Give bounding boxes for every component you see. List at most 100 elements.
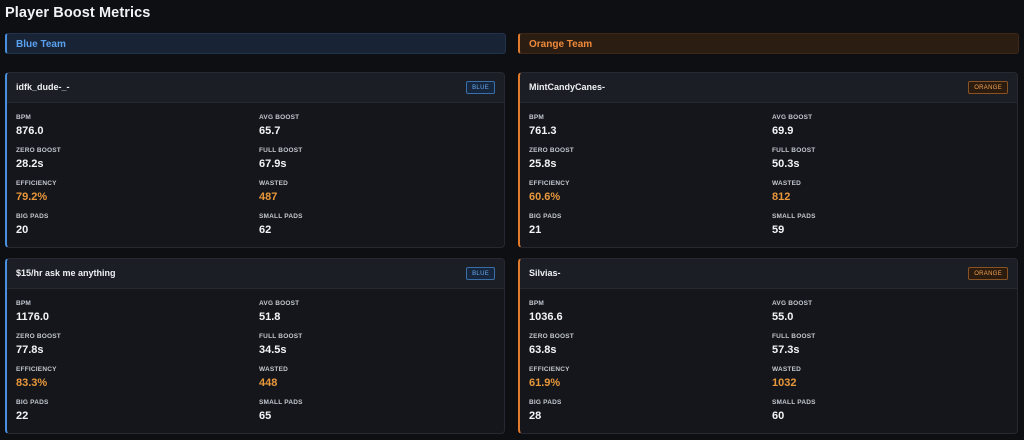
- stat-value: 28.2s: [16, 158, 44, 170]
- player-name: idfk_dude-_-: [16, 82, 70, 92]
- stat-zero-boost: ZERO BOOST 63.8s: [529, 333, 574, 356]
- stat-wasted: WASTED 487: [259, 180, 288, 203]
- stat-value: 25.8s: [529, 158, 557, 170]
- stat-value: 1176.0: [16, 311, 50, 323]
- stat-label: ZERO BOOST: [16, 333, 61, 340]
- stat-value: 83.3%: [16, 377, 48, 389]
- player-name: $15/hr ask me anything: [16, 268, 116, 278]
- stat-small-pads: SMALL PADS 59: [772, 213, 816, 236]
- stat-efficiency: EFFICIENCY 60.6%: [529, 180, 570, 203]
- player-card-header: Silvias- ORANGE: [520, 259, 1017, 289]
- stat-value: 876.0: [16, 125, 44, 137]
- stat-avg-boost: AVG BOOST 55.0: [772, 300, 812, 323]
- stat-zero-boost: ZERO BOOST 25.8s: [529, 147, 574, 170]
- stat-big-pads: BIG PADS 22: [16, 399, 49, 422]
- stat-full-boost: FULL BOOST 57.3s: [772, 333, 815, 356]
- stat-value: 79.2%: [16, 191, 48, 203]
- player-name: MintCandyCanes-: [529, 82, 606, 92]
- stat-bpm: BPM 876.0: [16, 114, 44, 137]
- stat-full-boost: FULL BOOST 50.3s: [772, 147, 815, 170]
- stat-value: 65: [259, 410, 272, 422]
- stat-wasted: WASTED 812: [772, 180, 801, 203]
- stat-label: AVG BOOST: [772, 300, 813, 307]
- stat-avg-boost: AVG BOOST 69.9: [772, 114, 812, 137]
- stat-zero-boost: ZERO BOOST 28.2s: [16, 147, 61, 170]
- stat-value: 65.7: [259, 125, 281, 137]
- stat-label: WASTED: [259, 366, 289, 373]
- stat-small-pads: SMALL PADS 60: [772, 399, 816, 422]
- stat-label: SMALL PADS: [772, 213, 816, 220]
- stat-label: WASTED: [772, 180, 802, 187]
- stat-label: AVG BOOST: [259, 114, 300, 121]
- stat-value: 812: [772, 191, 791, 203]
- stat-label: WASTED: [772, 366, 802, 373]
- stat-value: 61.9%: [529, 377, 561, 389]
- stat-label: BIG PADS: [16, 213, 49, 220]
- stat-value: 1036.6: [529, 311, 563, 323]
- player-card-header: MintCandyCanes- ORANGE: [520, 73, 1017, 103]
- stat-label: BPM: [529, 114, 545, 121]
- stat-label: SMALL PADS: [259, 213, 303, 220]
- stat-big-pads: BIG PADS 28: [529, 399, 562, 422]
- stat-label: ZERO BOOST: [529, 147, 574, 154]
- stat-small-pads: SMALL PADS 62: [259, 213, 303, 236]
- stat-full-boost: FULL BOOST 67.9s: [259, 147, 302, 170]
- stat-wasted: WASTED 448: [259, 366, 288, 389]
- stat-big-pads: BIG PADS 21: [529, 213, 562, 236]
- stat-label: FULL BOOST: [259, 147, 303, 154]
- stat-label: BPM: [16, 114, 32, 121]
- stat-value: 63.8s: [529, 344, 557, 356]
- stat-full-boost: FULL BOOST 34.5s: [259, 333, 302, 356]
- stat-label: ZERO BOOST: [16, 147, 61, 154]
- stat-label: FULL BOOST: [259, 333, 303, 340]
- player-name: Silvias-: [529, 268, 561, 278]
- stat-label: BPM: [16, 300, 32, 307]
- stat-value: 487: [259, 191, 278, 203]
- stat-value: 57.3s: [772, 344, 800, 356]
- stat-value: 34.5s: [259, 344, 287, 356]
- player-card: MintCandyCanes- ORANGE BPM 761.3 AVG BOO…: [518, 72, 1018, 248]
- stat-label: SMALL PADS: [772, 399, 816, 406]
- stat-efficiency: EFFICIENCY 83.3%: [16, 366, 57, 389]
- stat-value: 60.6%: [529, 191, 561, 203]
- stat-label: BIG PADS: [529, 213, 562, 220]
- stat-value: 28: [529, 410, 542, 422]
- stat-value: 20: [16, 224, 29, 236]
- player-card: $15/hr ask me anything BLUE BPM 1176.0 A…: [5, 258, 505, 434]
- team-badge: ORANGE: [968, 81, 1008, 94]
- stat-label: BIG PADS: [529, 399, 562, 406]
- stat-value: 761.3: [529, 125, 557, 137]
- stat-value: 51.8: [259, 311, 281, 323]
- stat-value: 55.0: [772, 311, 794, 323]
- stat-label: SMALL PADS: [259, 399, 303, 406]
- stat-label: EFFICIENCY: [529, 366, 570, 373]
- stat-value: 21: [529, 224, 542, 236]
- stat-bpm: BPM 761.3: [529, 114, 557, 137]
- stat-label: FULL BOOST: [772, 147, 816, 154]
- page-title: Player Boost Metrics: [5, 5, 151, 21]
- stat-value: 50.3s: [772, 158, 800, 170]
- stat-value: 60: [772, 410, 785, 422]
- stat-label: WASTED: [259, 180, 289, 187]
- stat-label: EFFICIENCY: [16, 366, 57, 373]
- stat-wasted: WASTED 1032: [772, 366, 801, 389]
- stat-value: 62: [259, 224, 272, 236]
- stat-label: EFFICIENCY: [16, 180, 57, 187]
- stat-value: 67.9s: [259, 158, 287, 170]
- team-header-blue: Blue Team: [5, 33, 506, 54]
- stat-label: FULL BOOST: [772, 333, 816, 340]
- team-header-orange: Orange Team: [518, 33, 1019, 54]
- stat-avg-boost: AVG BOOST 65.7: [259, 114, 299, 137]
- team-badge: BLUE: [466, 267, 495, 280]
- stat-label: ZERO BOOST: [529, 333, 574, 340]
- stat-value: 69.9: [772, 125, 794, 137]
- stat-label: AVG BOOST: [772, 114, 813, 121]
- stat-label: BIG PADS: [16, 399, 49, 406]
- stat-bpm: BPM 1176.0: [16, 300, 49, 323]
- team-badge: ORANGE: [968, 267, 1008, 280]
- stat-label: AVG BOOST: [259, 300, 300, 307]
- stat-zero-boost: ZERO BOOST 77.8s: [16, 333, 61, 356]
- stat-big-pads: BIG PADS 20: [16, 213, 49, 236]
- stat-label: BPM: [529, 300, 545, 307]
- player-card: idfk_dude-_- BLUE BPM 876.0 AVG BOOST 65…: [5, 72, 505, 248]
